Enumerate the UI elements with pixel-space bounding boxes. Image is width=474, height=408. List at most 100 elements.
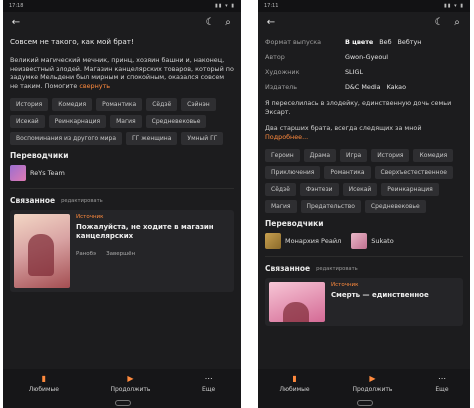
translators-heading: Переводчики (265, 219, 463, 228)
translator-item[interactable]: Монархия Ре­айл (265, 233, 341, 250)
search-icon[interactable]: ⌕ (222, 17, 234, 29)
back-arrow-icon[interactable]: ← (10, 17, 22, 29)
tag-chip[interactable]: Реинкарнация (381, 183, 439, 197)
translator-item[interactable]: ReYs Team (10, 165, 234, 182)
nav-label: Любимые (279, 386, 310, 393)
related-card[interactable]: Источник Пожалуйста, не ходите в магазин… (10, 210, 234, 293)
theme-moon-icon[interactable]: ☾ (204, 17, 216, 29)
related-tag: Источник (76, 214, 104, 221)
nav-continue[interactable]: ▶ Продолжить (352, 374, 392, 393)
related-tag: Источник (331, 282, 359, 289)
status-time: 17:11 (264, 3, 279, 9)
tag-chip[interactable]: Романтика (96, 98, 143, 112)
tag-chip[interactable]: Исекай (10, 115, 45, 129)
status-time: 17:18 (9, 3, 24, 9)
nav-label: Еще (435, 386, 449, 393)
tag-chip[interactable]: Сёдзё (265, 183, 296, 197)
tag-chip[interactable]: Магия (265, 200, 297, 214)
info-value[interactable]: Kakao (387, 83, 406, 91)
tag-chip[interactable]: Исекай (342, 183, 378, 197)
tag-chip[interactable]: Комедия (52, 98, 93, 112)
nav-more[interactable]: ⋯ Еще (202, 374, 215, 393)
tag-chip[interactable]: Предательство (300, 200, 361, 214)
nav-label: Еще (202, 386, 216, 393)
bookmark-icon: ▮ (41, 374, 47, 383)
info-row-publisher: Издатель D&C Media Kakao (265, 83, 463, 91)
edit-link[interactable]: редактировать (316, 266, 358, 272)
nav-favorites[interactable]: ▮ Любимые (29, 374, 59, 393)
tag-chip[interactable]: Магия (110, 115, 142, 129)
info-value[interactable]: Вебтун (398, 38, 422, 46)
home-indicator[interactable] (357, 400, 373, 406)
info-key: Издатель (265, 83, 298, 91)
avatar (351, 233, 368, 250)
collapse-link[interactable]: свернуть (79, 82, 110, 90)
divider (10, 188, 234, 190)
related-title: Смерть — единственное (331, 291, 429, 300)
summary-text: Два старших брата, всегда следящих за мн… (265, 124, 422, 133)
info-row-format: Формат выпуска В цвете Веб Вебтун (265, 38, 463, 46)
tag-chip[interactable]: Сэйнэн (181, 98, 216, 112)
info-value[interactable]: В цвете (345, 38, 373, 46)
info-value[interactable]: Gwon-Gyeoul (345, 53, 388, 61)
home-indicator[interactable] (115, 400, 131, 406)
nav-favorites[interactable]: ▮ Любимые (279, 374, 309, 393)
tag-chip[interactable]: Воспоминания из другого мира (10, 132, 123, 146)
info-row-author: Автор Gwon-Gyeoul (265, 53, 463, 61)
tag-chip[interactable]: Реинкарнация (48, 115, 107, 129)
related-format: Ранобэ (76, 251, 97, 258)
tag-chip[interactable]: Героин (265, 149, 300, 163)
tag-list: История Комедия Романтика Сёдзё Сэйнэн И… (10, 98, 234, 146)
related-card[interactable]: Источник Смерть — единственное (265, 278, 463, 327)
divider (265, 256, 463, 258)
tag-chip[interactable]: Комедия (413, 149, 454, 163)
nav-label: Продолжить (110, 386, 151, 393)
tag-chip[interactable]: Умный ГГ (181, 132, 224, 146)
top-bar: ← ☾ ⌕ (3, 12, 241, 34)
tag-chip[interactable]: Сёдзё (146, 98, 178, 112)
tag-chip[interactable]: Драма (303, 149, 337, 163)
related-heading: Связанное редактировать (265, 264, 463, 273)
right-screen: 17:11 ▮▮ ▾ ▮ ← ☾ ⌕ Формат выпуска В цвет… (258, 0, 470, 408)
tag-chip[interactable]: История (371, 149, 410, 163)
avatar (10, 165, 26, 182)
related-title: Пожалуйста, не ходите в магазин канцеляр… (76, 223, 214, 241)
translators-heading-text: Переводчики (265, 219, 324, 229)
translators-heading-text: Переводчики (10, 151, 69, 161)
translator-item[interactable]: Sukato (351, 233, 394, 250)
description: Великий магический мечник, принц, хозяин… (10, 56, 234, 90)
tag-chip[interactable]: Фэнтези (299, 183, 339, 197)
bookmark-icon: ▮ (292, 374, 297, 383)
tag-chip[interactable]: Приключения (265, 166, 321, 180)
nav-more[interactable]: ⋯ Еще (435, 374, 448, 393)
status-bar: 17:18 ▮▮ ▾ ▮ (3, 0, 241, 12)
tag-list: Героин Драма Игра История Комедия Приклю… (265, 149, 463, 214)
tag-chip[interactable]: История (10, 98, 49, 112)
info-value[interactable]: D&C Media (345, 83, 381, 91)
tag-chip[interactable]: Средневековье (145, 115, 207, 129)
search-icon[interactable]: ⌕ (451, 17, 463, 29)
related-heading-text: Связанное (10, 196, 56, 206)
info-value[interactable]: Веб (379, 38, 391, 46)
tag-chip[interactable]: ГГ женщина (126, 132, 178, 146)
translator-name: Sukato (371, 237, 394, 246)
summary: Два старших брата, всегда следящих за мн… (265, 124, 463, 141)
tag-chip[interactable]: Сверхъестественное (374, 166, 453, 180)
tag-chip[interactable]: Романтика (324, 166, 371, 180)
status-icons: ▮▮ ▾ ▮ (444, 3, 464, 9)
tag-chip[interactable]: Игра (340, 149, 368, 163)
edit-link[interactable]: редактировать (61, 198, 103, 204)
info-key: Автор (265, 53, 285, 61)
cover-image (269, 282, 325, 323)
back-arrow-icon[interactable]: ← (265, 17, 277, 29)
translator-name: ReYs Team (30, 169, 65, 178)
info-value[interactable]: SLIGL (345, 68, 363, 76)
more-icon: ⋯ (437, 374, 446, 383)
info-key: Формат выпуска (265, 38, 322, 46)
nav-continue[interactable]: ▶ Продолжить (110, 374, 150, 393)
more-link[interactable]: Подробнее... (265, 133, 308, 141)
tag-chip[interactable]: Средневековье (364, 200, 426, 214)
play-icon: ▶ (369, 374, 376, 383)
theme-moon-icon[interactable]: ☾ (433, 17, 445, 29)
avatar (265, 233, 281, 250)
